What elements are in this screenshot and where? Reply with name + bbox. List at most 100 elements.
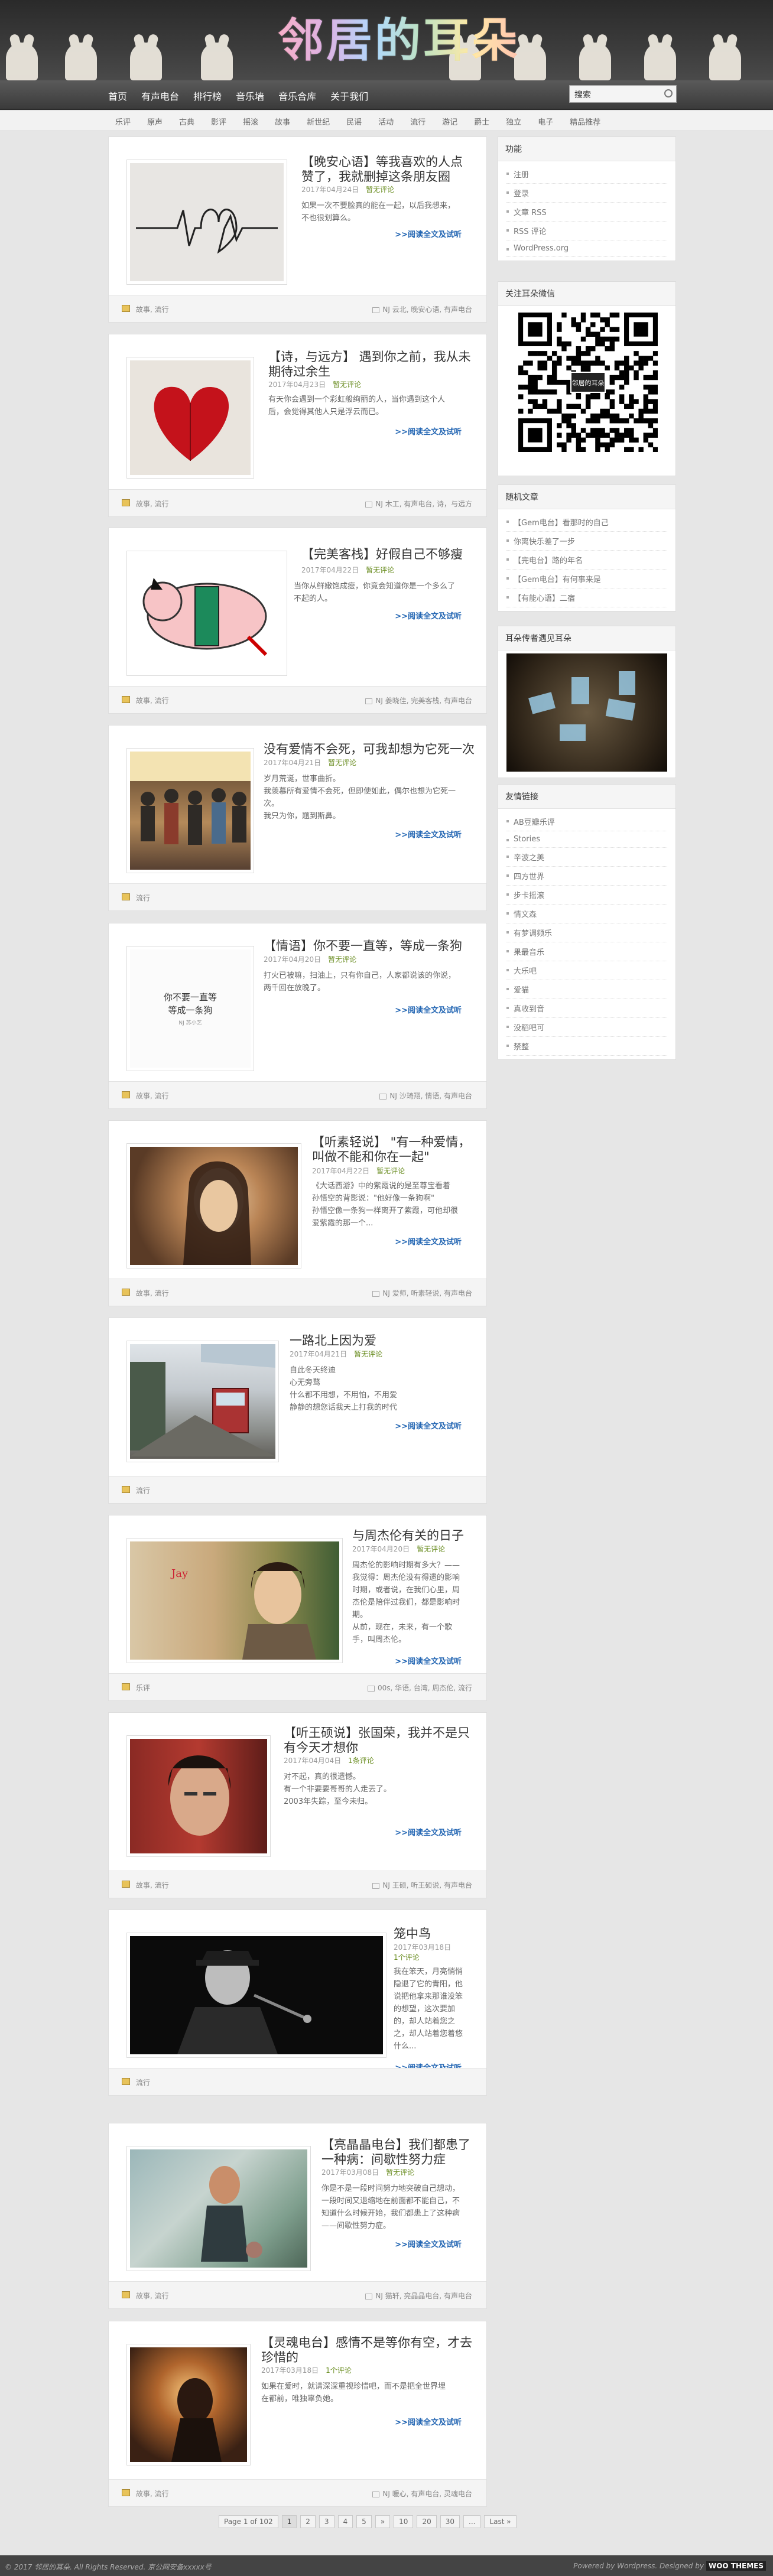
post-thumbnail[interactable] [126, 1933, 386, 2058]
friend-link[interactable]: 爱猫 [506, 980, 667, 999]
friend-link[interactable]: 有梦调频乐 [506, 923, 667, 942]
read-more-link[interactable]: >>阅读全文及试听 [395, 828, 462, 840]
friend-link[interactable]: 禁整 [506, 1037, 667, 1056]
read-more-link[interactable]: >>阅读全文及试听 [395, 1235, 462, 1247]
page-link[interactable]: 4 [337, 2515, 353, 2528]
nav-item-radio[interactable]: 有声电台 [141, 89, 179, 103]
read-more-link[interactable]: >>阅读全文及试听 [395, 1004, 462, 1015]
random-post-link[interactable]: 你离快乐差了一步 [506, 532, 667, 551]
page-last[interactable]: Last » [484, 2515, 517, 2528]
site-logo[interactable]: 邻居的耳朵 [278, 4, 520, 70]
nav-item-music-wall[interactable]: 音乐墙 [236, 89, 264, 103]
friend-link[interactable]: 辛波之美 [506, 848, 667, 867]
post-categories[interactable]: 流行 [136, 893, 150, 903]
page-next[interactable]: » [375, 2515, 391, 2528]
post-tags[interactable]: NJ 暖心, 有声电台, 灵魂电台 [372, 2489, 472, 2499]
page-link[interactable]: 2 [300, 2515, 316, 2528]
post-categories[interactable]: 故事, 流行 [136, 304, 169, 314]
search-icon[interactable] [664, 89, 673, 97]
read-more-link[interactable]: >>阅读全文及试听 [395, 425, 462, 437]
tag-link[interactable]: 流行 [410, 116, 426, 127]
post-title[interactable]: 没有爱情不会死，可我却想为它死一次 [264, 742, 476, 757]
tag-link[interactable]: 故事 [275, 116, 290, 127]
post-categories[interactable]: 故事, 流行 [136, 1091, 169, 1101]
post-comments[interactable]: 1条评论 [348, 1757, 374, 1765]
widget-link-login[interactable]: 登录 [506, 184, 667, 203]
post-title[interactable]: 【情语】你不要一直等，等成一条狗 [264, 939, 476, 954]
read-more-link[interactable]: >>阅读全文及试听 [395, 1826, 462, 1837]
tag-link[interactable]: 原声 [147, 116, 163, 127]
read-more-link[interactable]: >>阅读全文及试听 [395, 2416, 462, 2427]
tag-link[interactable]: 新世纪 [307, 116, 330, 127]
post-thumbnail[interactable]: 你不要一直等 等成一条狗 NJ 苏小艺 [126, 946, 254, 1071]
post-comments[interactable]: 暂无评论 [366, 186, 394, 194]
post-title[interactable]: 与周杰伦有关的日子 [352, 1528, 478, 1543]
post-comments[interactable]: 暂无评论 [417, 1545, 445, 1553]
random-post-link[interactable]: 【Gem电台】有何事来是 [506, 570, 667, 588]
post-title[interactable]: 【听素轻说】 "有一种爱情，叫做不能和你在一起" [312, 1135, 478, 1165]
post-categories[interactable]: 流行 [136, 2077, 150, 2087]
post-tags[interactable]: NJ 木工, 有声电台, 诗，与远方 [365, 499, 472, 509]
post-categories[interactable]: 流行 [136, 1485, 150, 1495]
tag-link[interactable]: 古典 [179, 116, 194, 127]
post-title[interactable]: 【晚安心语】等我喜欢的人点赞了，我就删掉这条朋友圈 [301, 155, 473, 184]
read-more-link[interactable]: >>阅读全文及试听 [395, 1420, 462, 1431]
post-thumbnail[interactable] [126, 748, 254, 873]
post-categories[interactable]: 故事, 流行 [136, 2291, 169, 2301]
nav-item-about[interactable]: 关于我们 [330, 89, 368, 103]
read-more-link[interactable]: >>阅读全文及试听 [395, 228, 462, 239]
post-tags[interactable]: NJ 沙琦翔, 情语, 有声电台 [379, 1091, 472, 1101]
post-categories[interactable]: 故事, 流行 [136, 2489, 169, 2499]
page-link[interactable]: 20 [417, 2515, 437, 2528]
post-thumbnail[interactable] [126, 2344, 251, 2466]
post-comments[interactable]: 1个评论 [326, 2366, 352, 2375]
search-input[interactable]: 搜索 [569, 85, 677, 103]
tag-link[interactable]: 活动 [378, 116, 394, 127]
friend-link[interactable]: 真收到音 [506, 999, 667, 1018]
post-thumbnail[interactable] [126, 1341, 279, 1462]
post-thumbnail[interactable]: Jay [126, 1538, 343, 1663]
friend-link[interactable]: 情文森 [506, 905, 667, 923]
random-post-link[interactable]: 【Gem电台】看那时的自己 [506, 513, 667, 532]
widget-link-register[interactable]: 注册 [506, 165, 667, 184]
post-categories[interactable]: 故事, 流行 [136, 695, 169, 705]
nav-item-charts[interactable]: 排行榜 [193, 89, 222, 103]
post-comments[interactable]: 暂无评论 [328, 759, 356, 767]
post-comments[interactable]: 暂无评论 [376, 1167, 405, 1175]
post-comments[interactable]: 暂无评论 [328, 955, 356, 964]
post-title[interactable]: 【完美客栈】好假自己不够瘦 [301, 547, 473, 562]
page-link[interactable]: 3 [319, 2515, 334, 2528]
post-title[interactable]: 【听王硕说】张国荣，我并不是只有今天才想你 [284, 1726, 473, 1755]
post-tags[interactable]: NJ 云北, 晚安心语, 有声电台 [372, 304, 472, 314]
tag-link[interactable]: 摇滚 [243, 116, 258, 127]
post-tags[interactable]: NJ 猫轩, 亮晶晶电台, 有声电台 [365, 2291, 472, 2301]
post-comments[interactable]: 1个评论 [394, 1952, 476, 1962]
post-thumbnail[interactable] [126, 160, 287, 285]
photos-image[interactable] [506, 653, 667, 772]
post-comments[interactable]: 暂无评论 [333, 380, 361, 389]
tag-link[interactable]: 影评 [211, 116, 226, 127]
post-thumbnail[interactable] [126, 2146, 311, 2271]
widget-link-wordpress[interactable]: WordPress.org [506, 240, 667, 257]
post-thumbnail[interactable] [126, 551, 287, 676]
friend-link[interactable]: 步卡摇滚 [506, 886, 667, 905]
friend-link[interactable]: Stories [506, 831, 667, 848]
post-title[interactable]: 【亮晶晶电台】我们都患了一种病：间歇性努力症 [321, 2138, 476, 2167]
nav-item-library[interactable]: 音乐合库 [278, 89, 316, 103]
friend-link[interactable]: 四方世界 [506, 867, 667, 886]
page-link[interactable]: 30 [440, 2515, 460, 2528]
random-post-link[interactable]: 【完电台】路的年名 [506, 551, 667, 570]
post-categories[interactable]: 乐评 [136, 1683, 150, 1693]
friend-link[interactable]: 大乐吧 [506, 961, 667, 980]
tag-link[interactable]: 游记 [442, 116, 457, 127]
widget-link-rss[interactable]: 文章 RSS [506, 203, 667, 222]
widget-link-comments-rss[interactable]: RSS 评论 [506, 222, 667, 240]
woothemes-logo[interactable]: WOO THEMES [706, 2561, 766, 2571]
post-title[interactable]: 笼中鸟 [394, 1927, 476, 1941]
tag-link[interactable]: 乐评 [115, 116, 131, 127]
post-thumbnail[interactable] [126, 1735, 271, 1857]
post-tags[interactable]: NJ 姜晓佳, 完美客栈, 有声电台 [365, 695, 472, 705]
read-more-link[interactable]: >>阅读全文及试听 [395, 1655, 462, 1666]
post-categories[interactable]: 故事, 流行 [136, 1880, 169, 1890]
post-title[interactable]: 【诗，与远方】 遇到你之前，我从未期待过余生 [268, 350, 473, 379]
